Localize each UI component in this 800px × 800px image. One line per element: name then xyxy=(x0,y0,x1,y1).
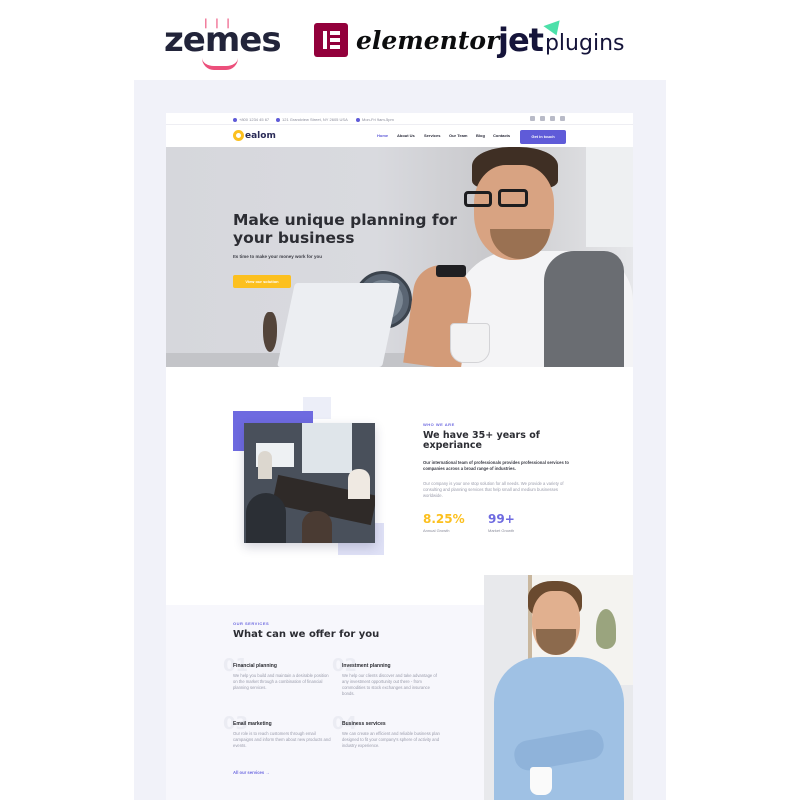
zemes-smile-icon xyxy=(202,58,238,70)
service-item: 04 Business services We can create an ef… xyxy=(332,713,442,749)
nav-home[interactable]: Home xyxy=(377,133,388,138)
service-title: Business services xyxy=(342,721,386,727)
stat-market-growth: 99+ Market Growth xyxy=(488,512,515,533)
get-in-touch-button[interactable]: Get in touch xyxy=(520,130,566,144)
nav-about[interactable]: About Us xyxy=(397,133,415,138)
services-title: What can we offer for you xyxy=(233,629,380,640)
brand-bar: zemes | | | elementor jet plugins xyxy=(0,0,800,80)
about-meeting-photo xyxy=(244,423,375,543)
instagram-icon[interactable] xyxy=(550,116,555,121)
all-services-label: All our services xyxy=(233,770,265,775)
service-title: Investment planning xyxy=(342,663,391,669)
stat-label: Annual Growth xyxy=(423,528,450,533)
hero-guitar-image xyxy=(263,312,277,352)
clock-icon xyxy=(356,117,360,122)
about-eyebrow: WHO WE ARE xyxy=(423,422,455,427)
services-man-image xyxy=(484,575,633,800)
linkedin-icon[interactable] xyxy=(560,116,565,121)
service-title: Financial planning xyxy=(233,663,277,669)
view-solution-button[interactable]: View our solution xyxy=(233,275,291,288)
page-root: zemes | | | elementor jet plugins +800 1… xyxy=(0,0,800,800)
service-desc: We help you build and maintain a desirab… xyxy=(233,673,329,690)
hero-subtitle: Its time to make your money work for you xyxy=(233,254,323,259)
jetplugins-logo: jet plugins xyxy=(498,14,624,64)
hero-title: Make unique planning for your business xyxy=(233,211,457,247)
nav-team[interactable]: Our Team xyxy=(449,133,467,138)
service-desc: We help our clients discover and take ad… xyxy=(342,673,437,696)
main-navbar: ealom Home About Us Services Our Team Bl… xyxy=(166,125,633,147)
services-eyebrow: OUR SERVICES xyxy=(233,621,270,626)
topbar-hours-text: Mon-Fri 9am-5pm xyxy=(362,117,394,122)
logo-text: ealom xyxy=(245,130,276,141)
service-item: 02 Investment planning We help our clien… xyxy=(332,655,442,697)
service-item: 01 Financial planning We help you build … xyxy=(223,655,333,691)
twitter-icon[interactable] xyxy=(540,116,545,121)
topbar-hours: Mon-Fri 9am-5pm xyxy=(356,117,394,122)
nav-contacts[interactable]: Contacts xyxy=(493,133,510,138)
hero-man-image xyxy=(403,147,633,367)
stat-label: Market Growth xyxy=(488,528,515,533)
elementor-wordmark: elementor xyxy=(356,25,500,55)
service-desc: We can create an efficient and reliable … xyxy=(342,731,440,748)
all-services-link[interactable]: All our services → xyxy=(233,770,270,775)
service-item: 03 Email marketing Our role is to reach … xyxy=(223,713,333,749)
topbar-address: 121 Grandview Street, NY 2605 USA xyxy=(276,117,348,122)
location-icon xyxy=(276,117,280,122)
topbar-address-text: 121 Grandview Street, NY 2605 USA xyxy=(282,117,348,122)
service-title: Email marketing xyxy=(233,721,272,727)
hero-section: Make unique planning for your business I… xyxy=(166,147,633,367)
nav-services[interactable]: Services xyxy=(424,133,440,138)
elementor-logo: elementor xyxy=(314,16,499,64)
stat-value: 8.25% xyxy=(423,512,465,526)
about-lead-text: Our international team of professionals … xyxy=(423,460,569,471)
topbar-phone: +800 1234 45 67 xyxy=(233,117,269,122)
hero-laptop-image xyxy=(277,283,400,367)
logo-mark-icon xyxy=(233,130,244,141)
site-preview: +800 1234 45 67 121 Grandview Street, NY… xyxy=(166,113,633,800)
stat-value: 99+ xyxy=(488,512,515,526)
service-desc: Our role is to reach customers through e… xyxy=(233,731,331,748)
top-info-bar: +800 1234 45 67 121 Grandview Street, NY… xyxy=(166,113,633,125)
arrow-right-icon: → xyxy=(265,770,270,775)
stat-annual-growth: 8.25% Annual Growth xyxy=(423,512,465,533)
zemes-spark-icon: | | | xyxy=(204,18,232,29)
phone-icon xyxy=(233,117,237,122)
elementor-icon xyxy=(314,23,348,57)
site-logo[interactable]: ealom xyxy=(233,130,276,141)
facebook-icon[interactable] xyxy=(530,116,535,121)
zemes-logo: zemes | | | xyxy=(164,16,282,70)
topbar-phone-text: +800 1234 45 67 xyxy=(239,117,270,122)
nav-blog[interactable]: Blog xyxy=(476,133,485,138)
about-body-text: Our company is your one stop solution fo… xyxy=(423,481,564,498)
about-title: We have 35+ years of experiance xyxy=(423,430,540,451)
jet-wordmark: jet xyxy=(498,21,544,59)
